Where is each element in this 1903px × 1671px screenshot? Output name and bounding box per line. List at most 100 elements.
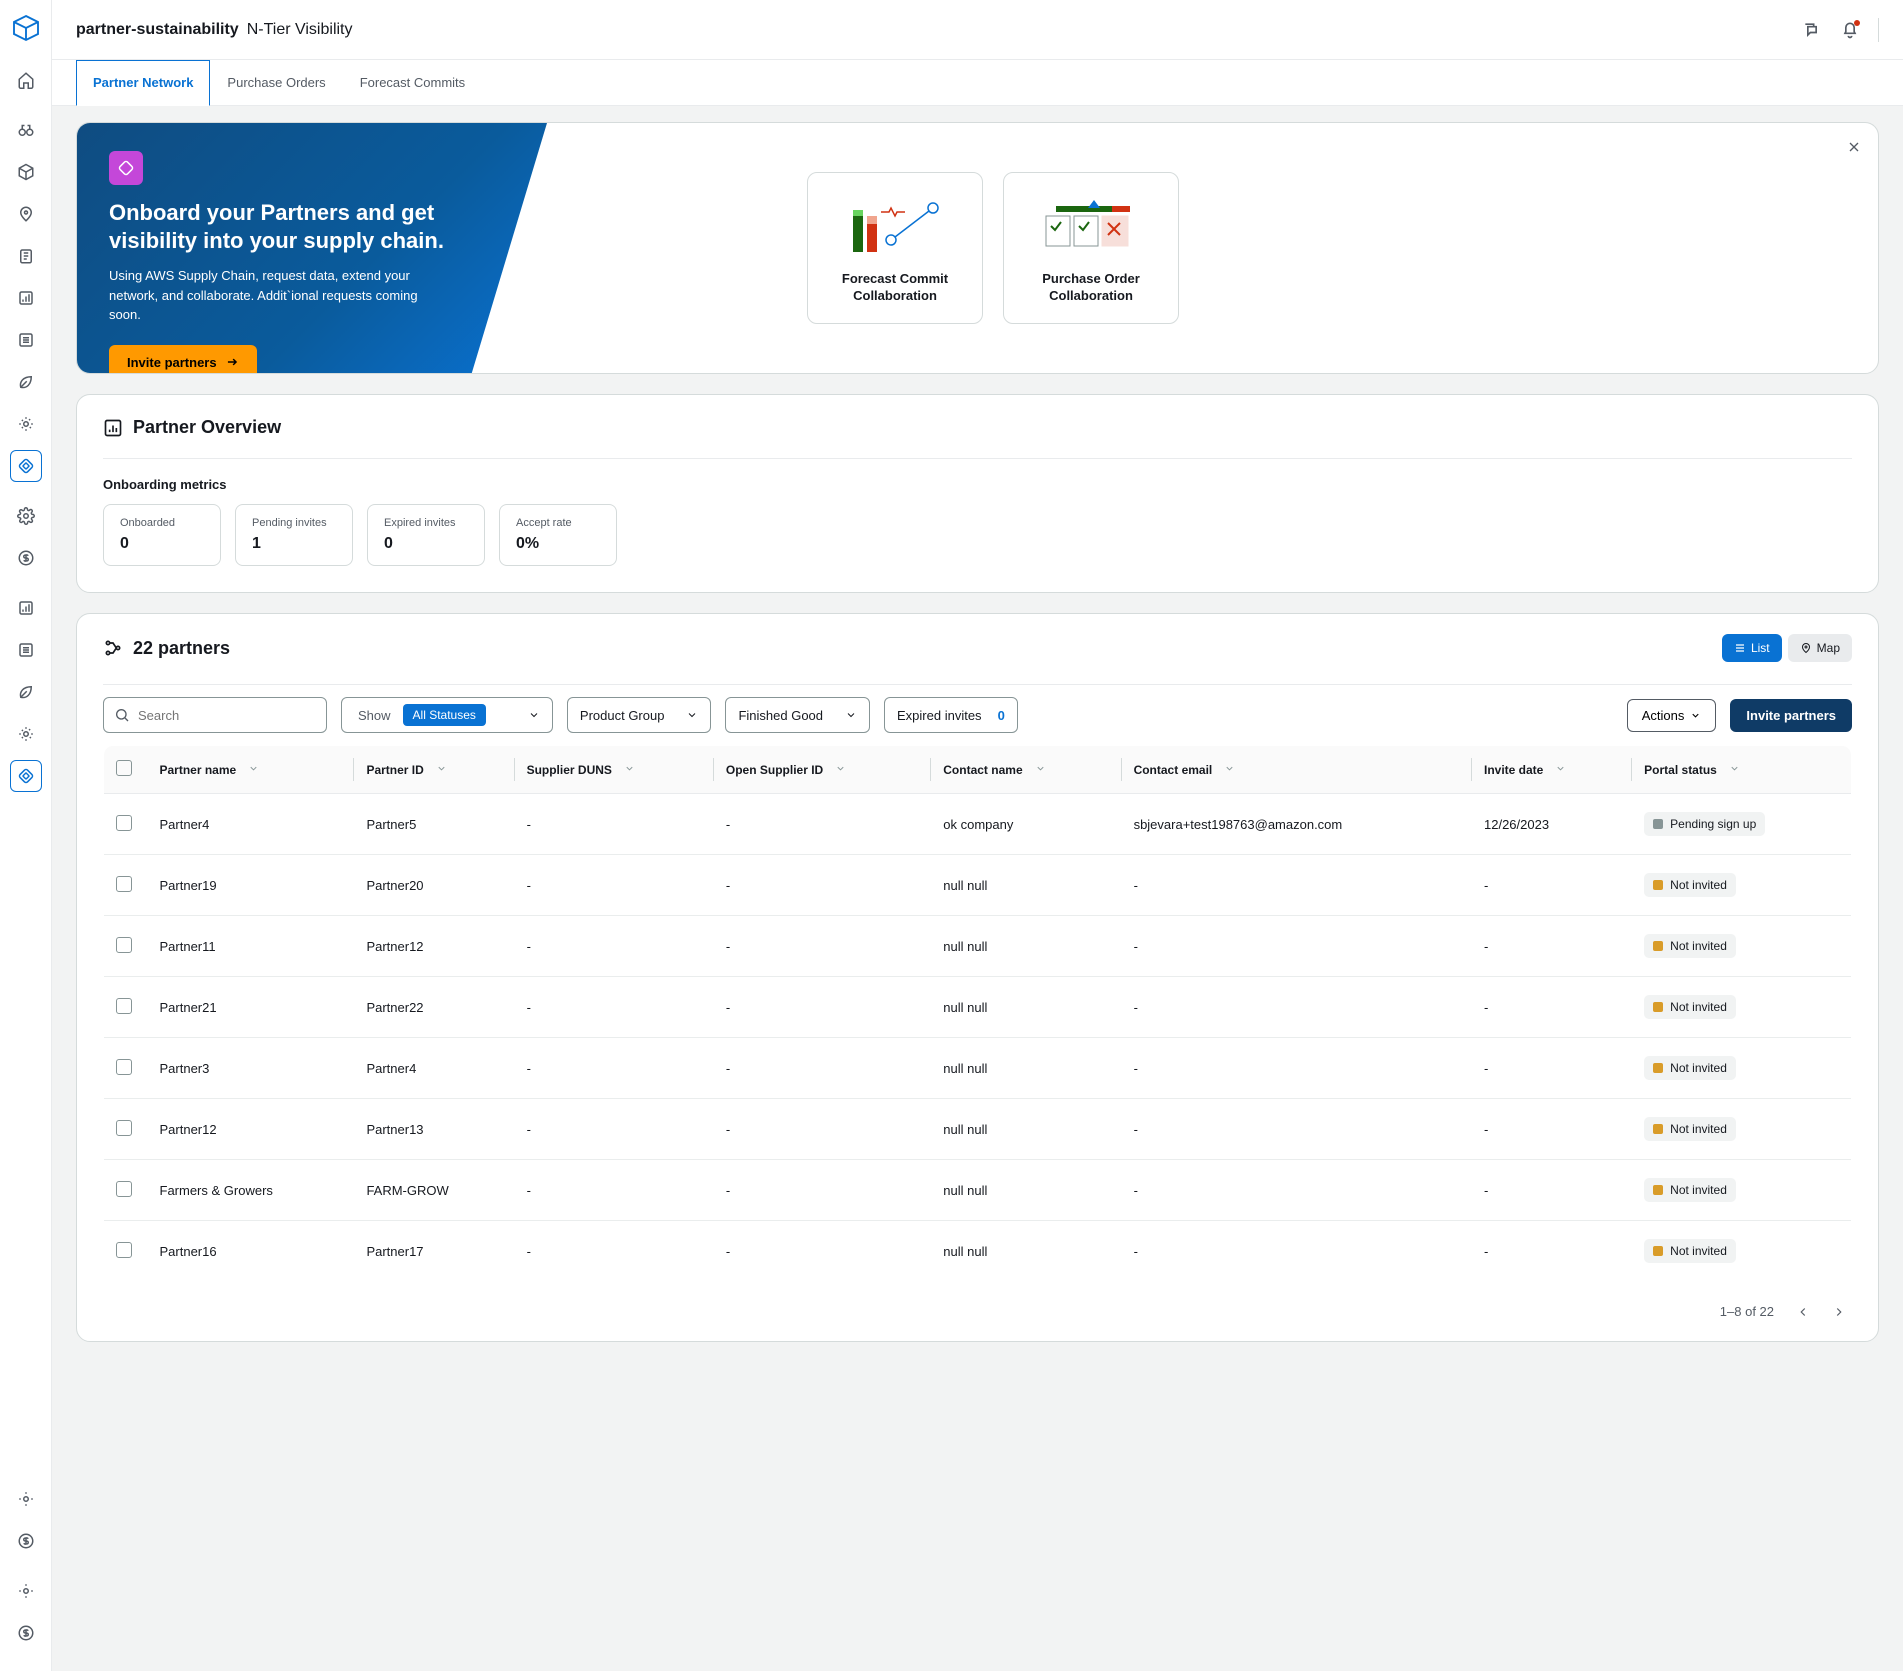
row-checkbox[interactable] [116, 998, 132, 1014]
view-map-button[interactable]: Map [1788, 634, 1852, 662]
cell-portal-status: Not invited [1632, 916, 1851, 977]
view-list-button[interactable]: List [1722, 634, 1782, 662]
nav-chart[interactable] [10, 282, 42, 314]
row-checkbox[interactable] [116, 1181, 132, 1197]
nav-binoculars[interactable] [10, 114, 42, 146]
nav-dollar-bottom2[interactable] [10, 1617, 42, 1649]
nav-gear2[interactable] [10, 500, 42, 532]
network-icon [103, 638, 123, 658]
status-filter[interactable]: Show All Statuses [341, 697, 553, 733]
hero-right: Forecast Commit Collaboration Purchase O… [547, 123, 1878, 373]
tab-partner-network[interactable]: Partner Network [76, 60, 210, 106]
nav-list2[interactable] [10, 634, 42, 666]
nav-list[interactable] [10, 324, 42, 356]
col-portal-status[interactable]: Portal status [1632, 746, 1851, 794]
app-logo[interactable] [10, 12, 42, 44]
hero-title: Onboard your Partners and get visibility… [109, 199, 515, 254]
table-row: Partner16 Partner17 - - null null - - No… [104, 1221, 1852, 1282]
hero-diamond-icon [109, 151, 143, 185]
col-invite-date[interactable]: Invite date [1472, 746, 1632, 794]
cell-duns: - [515, 794, 714, 855]
chat-icon[interactable] [1802, 20, 1822, 40]
cell-contact-email: - [1122, 855, 1472, 916]
nav-gear-sync[interactable] [10, 408, 42, 440]
map-pin-icon [1800, 642, 1812, 654]
nav-network-active[interactable] [10, 450, 42, 482]
tile-forecast-commit[interactable]: Forecast Commit Collaboration [807, 172, 983, 324]
status-badge: Not invited [1644, 1239, 1736, 1263]
cell-invite-date: - [1472, 977, 1632, 1038]
select-all-checkbox[interactable] [116, 760, 132, 776]
nav-network2-active[interactable] [10, 760, 42, 792]
cell-contact-name: null null [931, 1038, 1121, 1099]
table-row: Partner19 Partner20 - - null null - - No… [104, 855, 1852, 916]
col-supplier-duns[interactable]: Supplier DUNS [515, 746, 714, 794]
table-row: Partner4 Partner5 - - ok company sbjevar… [104, 794, 1852, 855]
actions-button[interactable]: Actions [1627, 699, 1717, 732]
nav-leaf[interactable] [10, 366, 42, 398]
invite-partners-button[interactable]: Invite partners [1730, 699, 1852, 732]
cell-partner-id: FARM-GROW [354, 1160, 514, 1221]
cell-osid: - [714, 977, 931, 1038]
cell-partner-name: Partner21 [148, 977, 355, 1038]
finished-good-filter[interactable]: Finished Good [725, 697, 870, 733]
nav-gear-sync2[interactable] [10, 718, 42, 750]
prev-page-button[interactable] [1796, 1305, 1810, 1319]
nav-cube[interactable] [10, 156, 42, 188]
search-box[interactable] [103, 697, 327, 733]
cell-portal-status: Not invited [1632, 1221, 1851, 1282]
nav-dollar[interactable] [10, 542, 42, 574]
col-contact-email[interactable]: Contact email [1122, 746, 1472, 794]
overview-card: Partner Overview Onboarding metrics Onbo… [76, 394, 1879, 593]
cell-duns: - [515, 916, 714, 977]
nav-gear-bottom[interactable] [10, 1483, 42, 1515]
cell-duns: - [515, 1160, 714, 1221]
cell-invite-date: - [1472, 1160, 1632, 1221]
invite-partners-hero-button[interactable]: Invite partners [109, 345, 257, 375]
col-contact-name[interactable]: Contact name [931, 746, 1121, 794]
row-checkbox[interactable] [116, 1242, 132, 1258]
nav-home[interactable] [10, 64, 42, 96]
nav-location[interactable] [10, 198, 42, 230]
nav-chart2[interactable] [10, 592, 42, 624]
cell-contact-name: ok company [931, 794, 1121, 855]
breadcrumb: partner-sustainability N-Tier Visibility [76, 21, 353, 39]
tile-purchase-order[interactable]: Purchase Order Collaboration [1003, 172, 1179, 324]
table-row: Farmers & Growers FARM-GROW - - null nul… [104, 1160, 1852, 1221]
row-checkbox[interactable] [116, 815, 132, 831]
status-color-icon [1653, 1124, 1663, 1134]
chevron-down-icon [686, 709, 698, 721]
cell-contact-email: - [1122, 1160, 1472, 1221]
tile-po-label: Purchase Order Collaboration [1018, 271, 1164, 305]
search-input[interactable] [138, 708, 316, 723]
nav-dollar-bottom[interactable] [10, 1525, 42, 1557]
expired-invites-filter[interactable]: Expired invites 0 [884, 697, 1018, 733]
col-partner-name[interactable]: Partner name [148, 746, 355, 794]
product-group-filter[interactable]: Product Group [567, 697, 712, 733]
row-checkbox[interactable] [116, 1120, 132, 1136]
bell-icon[interactable] [1840, 20, 1860, 40]
table-row: Partner12 Partner13 - - null null - - No… [104, 1099, 1852, 1160]
cell-duns: - [515, 977, 714, 1038]
cell-portal-status: Not invited [1632, 977, 1851, 1038]
tab-forecast-commits[interactable]: Forecast Commits [343, 60, 482, 105]
next-page-button[interactable] [1832, 1305, 1846, 1319]
row-checkbox[interactable] [116, 1059, 132, 1075]
hero-close-button[interactable] [1846, 139, 1862, 155]
cell-contact-name: null null [931, 1221, 1121, 1282]
nav-leaf2[interactable] [10, 676, 42, 708]
overview-header: Partner Overview [77, 395, 1878, 448]
cell-duns: - [515, 1038, 714, 1099]
nav-gear-bottom2[interactable] [10, 1575, 42, 1607]
col-open-supplier-id[interactable]: Open Supplier ID [714, 746, 931, 794]
cell-contact-email: - [1122, 916, 1472, 977]
status-color-icon [1653, 1063, 1663, 1073]
cell-portal-status: Not invited [1632, 855, 1851, 916]
table-body: Partner4 Partner5 - - ok company sbjevar… [104, 794, 1852, 1282]
row-checkbox[interactable] [116, 876, 132, 892]
row-checkbox[interactable] [116, 937, 132, 953]
nav-clipboard[interactable] [10, 240, 42, 272]
col-partner-id[interactable]: Partner ID [354, 746, 514, 794]
cell-duns: - [515, 1099, 714, 1160]
tab-purchase-orders[interactable]: Purchase Orders [210, 60, 342, 105]
